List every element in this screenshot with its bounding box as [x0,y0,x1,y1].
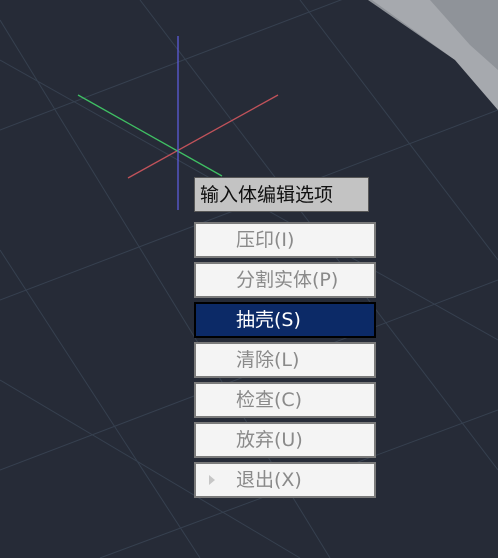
menu-item-label: 退出(X) [236,469,302,491]
menu-item-label: 抽壳(S) [236,309,301,331]
menu-item-imprint[interactable]: 压印(I) [194,222,376,258]
prompt-title: 输入体编辑选项 [194,177,369,212]
menu-item-separate-solids[interactable]: 分割实体(P) [194,262,376,298]
menu-item-check[interactable]: 检查(C) [194,382,376,418]
arrow-right-icon [209,475,215,485]
menu-item-exit[interactable]: 退出(X) [194,462,376,498]
menu-item-label: 压印(I) [236,229,295,251]
menu-item-label: 检查(C) [236,389,303,411]
menu-item-label: 分割实体(P) [236,269,339,291]
menu-item-label: 放弃(U) [236,429,303,451]
option-menu: 压印(I) 分割实体(P) 抽壳(S) 清除(L) 检查(C) 放弃(U) 退出… [194,222,376,502]
menu-item-label: 清除(L) [236,349,300,371]
menu-item-clean[interactable]: 清除(L) [194,342,376,378]
menu-item-shell[interactable]: 抽壳(S) [194,302,376,338]
menu-item-undo[interactable]: 放弃(U) [194,422,376,458]
axis-y [77,94,223,177]
